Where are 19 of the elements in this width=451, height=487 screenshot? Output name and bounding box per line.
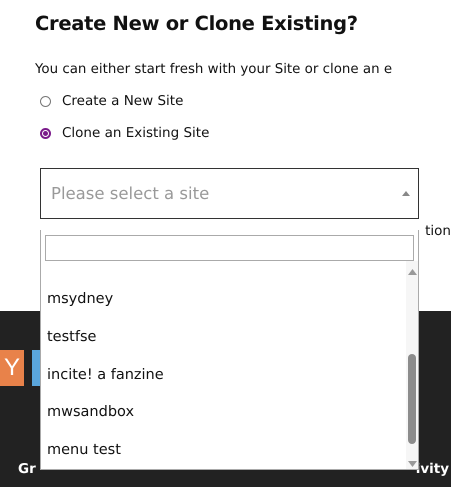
- scroll-down-icon[interactable]: [408, 461, 416, 467]
- dropdown-option[interactable]: mwsandbox: [41, 394, 406, 432]
- dropdown-option[interactable]: testfse: [41, 318, 406, 356]
- page-heading: Create New or Clone Existing?: [35, 11, 359, 37]
- search-field[interactable]: [45, 235, 414, 261]
- intro-text: You can either start fresh with your Site or clone an e: [35, 62, 392, 77]
- dropdown-option[interactable]: msydney: [41, 280, 406, 318]
- caret-icon: [402, 191, 410, 196]
- logo-tile: Y: [0, 350, 24, 386]
- radio-button[interactable]: [40, 96, 51, 106]
- scrollbar[interactable]: [406, 260, 418, 469]
- radio-button[interactable]: [40, 128, 51, 138]
- nav-link[interactable]: Gr: [18, 461, 36, 477]
- body-text: tion: [425, 223, 451, 239]
- radio-label[interactable]: Create a New Site: [62, 93, 184, 109]
- radio-label[interactable]: Clone an Existing Site: [62, 125, 210, 141]
- scroll-up-icon[interactable]: [408, 268, 416, 275]
- dropdown-option[interactable]: menu test: [41, 431, 406, 469]
- dropdown-option[interactable]: incite! a fanzine: [41, 356, 406, 394]
